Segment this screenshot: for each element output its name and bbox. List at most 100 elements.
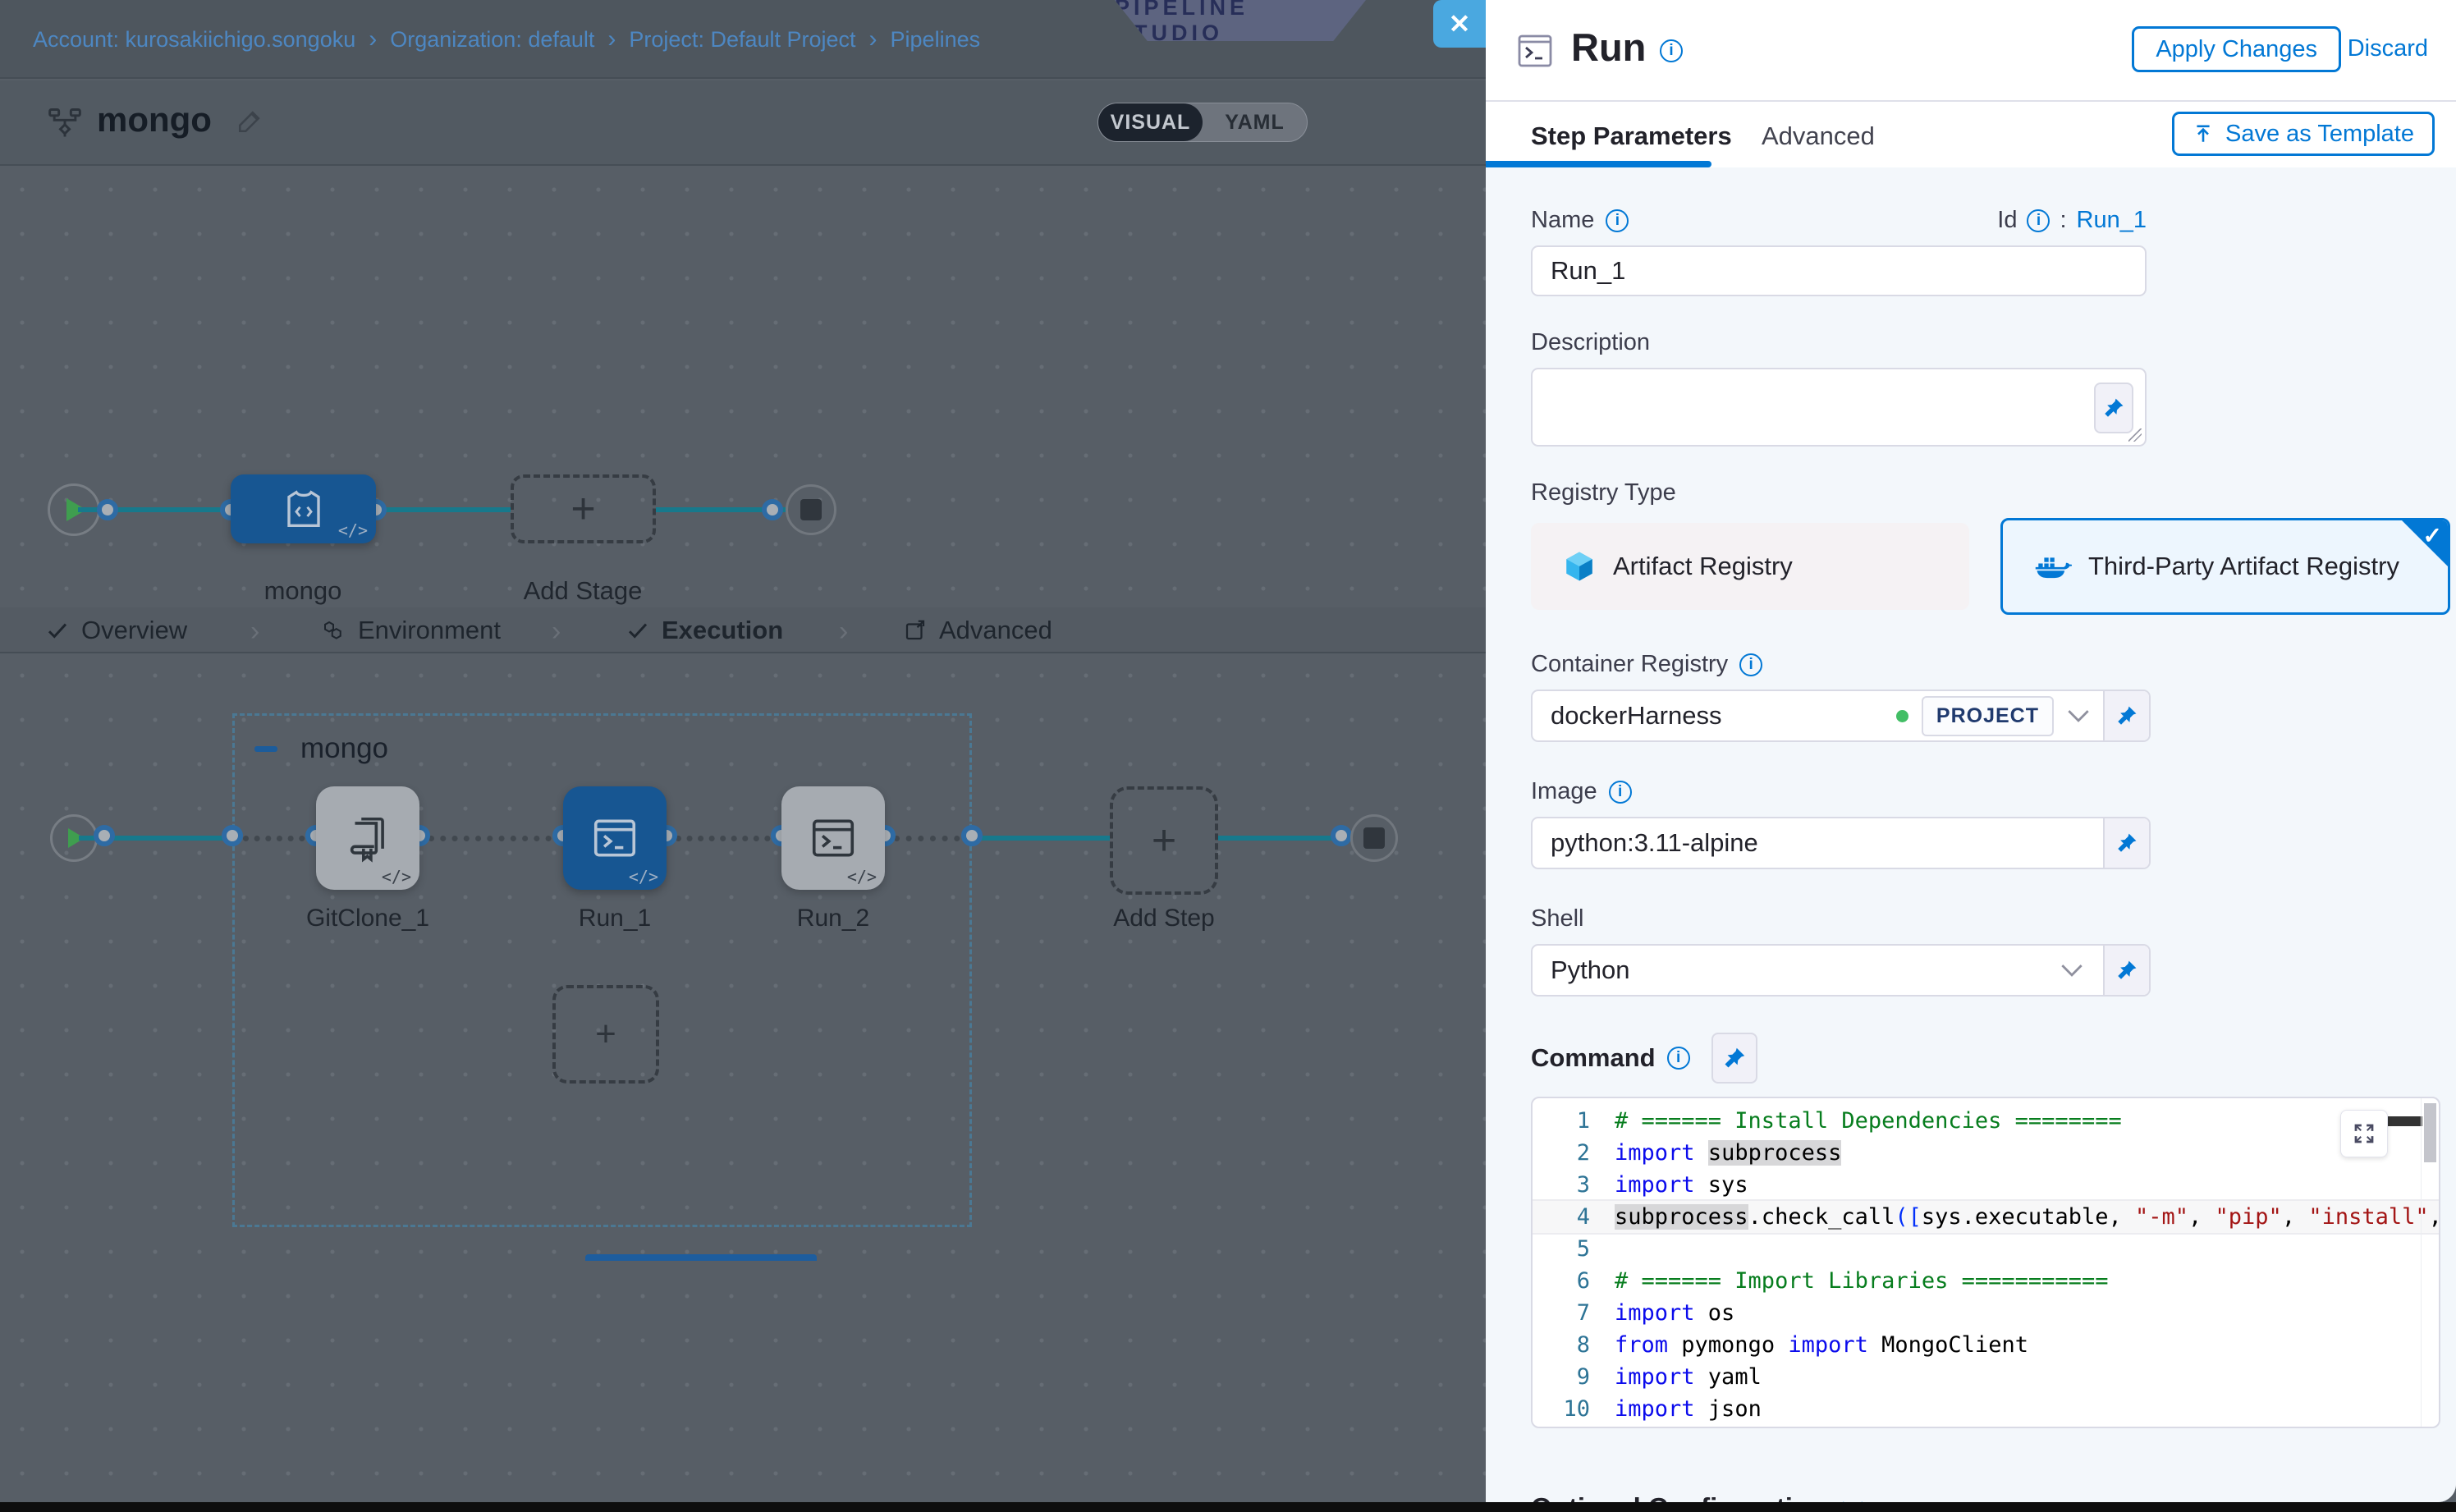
registry-option-artifact[interactable]: Artifact Registry: [1531, 523, 1969, 610]
pin-icon: [2115, 832, 2138, 855]
toggle-yaml[interactable]: YAML: [1203, 103, 1307, 141]
close-icon: ✕: [1449, 8, 1471, 39]
breadcrumb-item[interactable]: Project: Default Project: [629, 27, 855, 53]
id-value: Run_1: [2077, 207, 2147, 234]
code-text: # ====== Import Libraries ===========: [1615, 1265, 2439, 1297]
tab-step-parameters[interactable]: Step Parameters: [1531, 121, 1732, 151]
pin-icon: [2102, 396, 2125, 419]
optional-configuration-toggle[interactable]: Optional Configuration: [1531, 1492, 2456, 1502]
resize-handle[interactable]: [2128, 428, 2142, 442]
step-label: Run_2: [797, 905, 869, 932]
step-node-run-2[interactable]: </>: [781, 786, 885, 890]
stage-tab-execution[interactable]: Execution: [625, 607, 783, 653]
save-as-template-button[interactable]: Save as Template: [2172, 112, 2435, 156]
command-code-editor[interactable]: 1# ====== Install Dependencies ========2…: [1531, 1097, 2440, 1428]
stage-tab-environment[interactable]: Environment: [320, 607, 501, 653]
add-stage-node[interactable]: +: [511, 474, 656, 543]
close-panel-button[interactable]: ✕: [1433, 0, 1486, 48]
breadcrumb-item[interactable]: Account: kurosakiichigo.songoku: [33, 27, 355, 53]
info-icon[interactable]: i: [1609, 781, 1632, 804]
chevron-down-icon[interactable]: [2067, 708, 2090, 723]
stage-label: mongo: [264, 576, 342, 606]
discard-button[interactable]: Discard: [2343, 34, 2433, 63]
add-parallel-step-node[interactable]: +: [552, 985, 659, 1084]
bottom-scrollbar[interactable]: [0, 1502, 2456, 1512]
toggle-visual[interactable]: VISUAL: [1098, 103, 1203, 141]
stage-canvas: </> + mongo Add Stage: [0, 167, 1486, 607]
pin-runtime-input-button[interactable]: [2103, 691, 2149, 740]
exec-end-node: [1350, 814, 1398, 862]
registry-option-label: Third-Party Artifact Registry: [2088, 552, 2399, 581]
terminal-icon: [589, 813, 640, 864]
info-icon[interactable]: i: [1660, 39, 1683, 62]
container-registry-label-row: Container Registry i: [1531, 651, 2456, 678]
stage-tab-label: Overview: [81, 616, 187, 645]
stage-tab-label: Execution: [662, 616, 783, 645]
artifact-registry-icon: [1562, 549, 1597, 584]
stage-node-mongo[interactable]: </>: [231, 474, 376, 543]
code-line-2: 2import subprocess: [1533, 1137, 2439, 1169]
code-text: import json: [1615, 1393, 2439, 1425]
step-label: Run_1: [579, 905, 651, 932]
code-badge-icon: </>: [338, 520, 368, 540]
apply-changes-label: Apply Changes: [2156, 36, 2317, 63]
code-line-6: 6# ====== Import Libraries ===========: [1533, 1265, 2439, 1297]
code-line-5: 5: [1533, 1233, 2439, 1265]
line-number: 8: [1533, 1329, 1615, 1361]
info-icon[interactable]: i: [1739, 653, 1762, 676]
name-value: Run_1: [1551, 256, 1625, 286]
line-number: 7: [1533, 1297, 1615, 1329]
container-registry-select[interactable]: dockerHarness PROJECT: [1531, 690, 2151, 742]
stage-tab-advanced[interactable]: Advanced: [903, 607, 1052, 653]
add-step-node[interactable]: +: [1110, 786, 1218, 895]
info-icon[interactable]: i: [1667, 1047, 1690, 1070]
add-stage-label: Add Stage: [524, 576, 643, 606]
pin-icon: [2115, 704, 2138, 727]
code-line-8: 8from pymongo import MongoClient: [1533, 1329, 2439, 1361]
pipeline-name: mongo: [97, 100, 212, 140]
description-textarea[interactable]: [1531, 368, 2147, 447]
stage-tab-overview[interactable]: Overview: [45, 607, 187, 653]
edit-pencil-icon[interactable]: [236, 107, 264, 135]
step-node-gitclone-1[interactable]: </>: [316, 786, 419, 890]
connector-status-dot: [1896, 710, 1908, 722]
expand-editor-button[interactable]: [2340, 1110, 2388, 1157]
stage-tab-label: Environment: [358, 616, 501, 645]
code-text: # ====== Install Dependencies ========: [1615, 1105, 2439, 1137]
stop-icon: [1363, 827, 1385, 849]
name-input[interactable]: Run_1: [1531, 245, 2147, 296]
panel-title: Run: [1571, 25, 1646, 70]
image-input[interactable]: python:3.11-alpine: [1531, 817, 2151, 869]
shell-select[interactable]: Python: [1531, 944, 2151, 997]
panel-body: Name i Id i : Run_1 Run_1 Description: [1486, 167, 2456, 1502]
plus-icon: +: [595, 1016, 616, 1052]
breadcrumb-item[interactable]: Organization: default: [390, 27, 594, 53]
code-text: import yaml: [1615, 1361, 2439, 1393]
plus-icon: +: [1152, 819, 1176, 862]
image-value: python:3.11-alpine: [1551, 828, 1758, 858]
info-icon[interactable]: i: [1606, 209, 1629, 232]
pin-runtime-input-button[interactable]: [2103, 946, 2149, 995]
pin-runtime-input-button[interactable]: [2103, 818, 2149, 868]
line-number: 4: [1533, 1201, 1615, 1233]
chevron-down-icon[interactable]: [2060, 963, 2083, 978]
pin-runtime-input-button[interactable]: [1711, 1033, 1757, 1084]
step-config-panel: Run i Apply Changes Discard Step Paramet…: [1486, 0, 2456, 1502]
apply-changes-button[interactable]: Apply Changes: [2132, 26, 2341, 72]
description-label: Description: [1531, 329, 2456, 356]
tab-advanced[interactable]: Advanced: [1762, 121, 1875, 151]
scrollbar-thumb[interactable]: [2424, 1103, 2436, 1162]
breadcrumb-item[interactable]: Pipelines: [891, 27, 981, 53]
port: [222, 825, 243, 846]
info-icon[interactable]: i: [2027, 209, 2050, 232]
pin-runtime-input-button[interactable]: [2094, 383, 2133, 433]
connector: [972, 836, 1110, 841]
upload-icon: [2193, 123, 2214, 144]
code-line-4: 4subprocess.check_call([sys.executable, …: [1533, 1201, 2439, 1233]
pipeline-title-bar: mongo VISUAL YAML: [0, 80, 1486, 166]
step-node-run-1[interactable]: </>: [563, 786, 667, 890]
editor-scrollbar[interactable]: [2421, 1098, 2439, 1427]
registry-option-third-party[interactable]: Third-Party Artifact Registry ✓: [2000, 518, 2450, 615]
collapse-group-icon[interactable]: [254, 746, 277, 752]
top-navigation-bar: Account: kurosakiichigo.songoku›Organiza…: [0, 0, 1486, 79]
